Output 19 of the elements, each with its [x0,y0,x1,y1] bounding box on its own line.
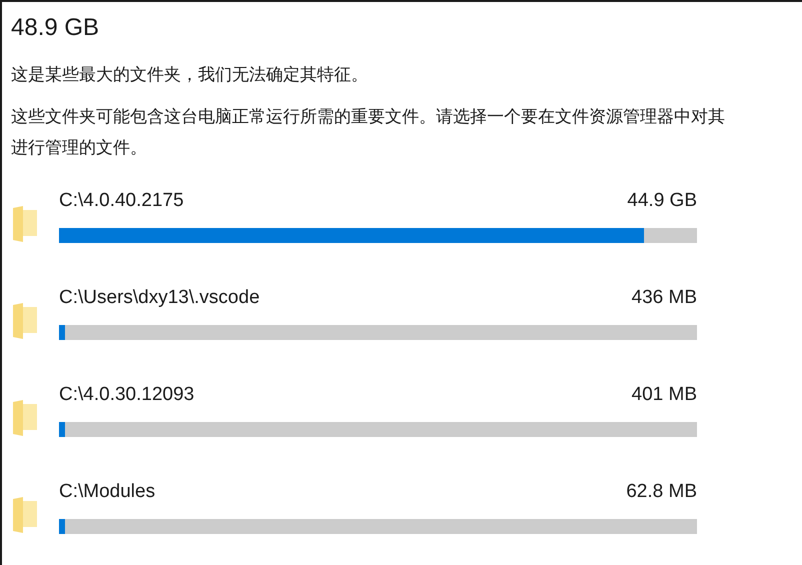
size-title: 48.9 GB [11,13,100,43]
folder-icon [11,301,39,341]
folder-size: 436 MB [632,286,697,310]
description-text: 这是某些最大的文件夹，我们无法确定其特征。 [11,64,369,87]
folder-path: C:\4.0.40.2175 [59,189,184,213]
folder-path: C:\4.0.30.12093 [59,383,194,407]
folder-item[interactable]: C:\Modules 62.8 MB [11,479,802,565]
folder-item[interactable]: C:\4.0.30.12093 401 MB [11,382,802,479]
folder-item[interactable]: C:\Users\dxy13\.vscode 436 MB [11,285,802,382]
folder-size: 44.9 GB [627,189,697,213]
folder-icon [11,204,39,244]
note-text: 这些文件夹可能包含这台电脑正常运行所需的重要文件。请选择一个要在文件资源管理器中对其进行管理的文件。 [11,106,726,160]
folder-icon [11,495,39,535]
folder-item[interactable]: C:\4.0.40.2175 44.9 GB [11,188,802,285]
folder-path: C:\Modules [59,480,156,504]
folder-size: 62.8 MB [626,480,697,504]
folder-path: C:\Users\dxy13\.vscode [59,286,260,310]
folder-icon [11,398,39,438]
folder-size: 401 MB [632,383,697,407]
